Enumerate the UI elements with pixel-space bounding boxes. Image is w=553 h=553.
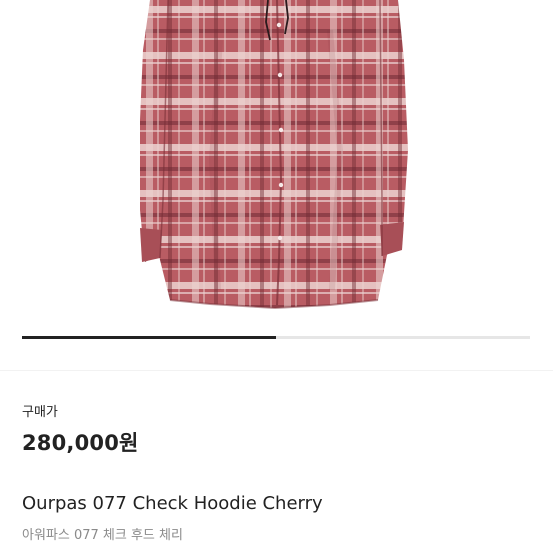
image-pager[interactable] <box>22 336 530 339</box>
price-label: 구매가 <box>22 405 58 420</box>
product-name: Ourpas 077 Check Hoodie Cherry <box>22 493 323 514</box>
pager-indicator <box>22 336 276 339</box>
product-page: 구매가 280,000원 Ourpas 077 Check Hoodie Che… <box>0 0 553 553</box>
check-shirt-image <box>140 0 408 310</box>
divider <box>0 370 553 371</box>
price-value: 280,000원 <box>22 431 139 455</box>
product-image[interactable] <box>0 0 553 330</box>
product-name-korean: 아워파스 077 체크 후드 체리 <box>22 528 183 543</box>
